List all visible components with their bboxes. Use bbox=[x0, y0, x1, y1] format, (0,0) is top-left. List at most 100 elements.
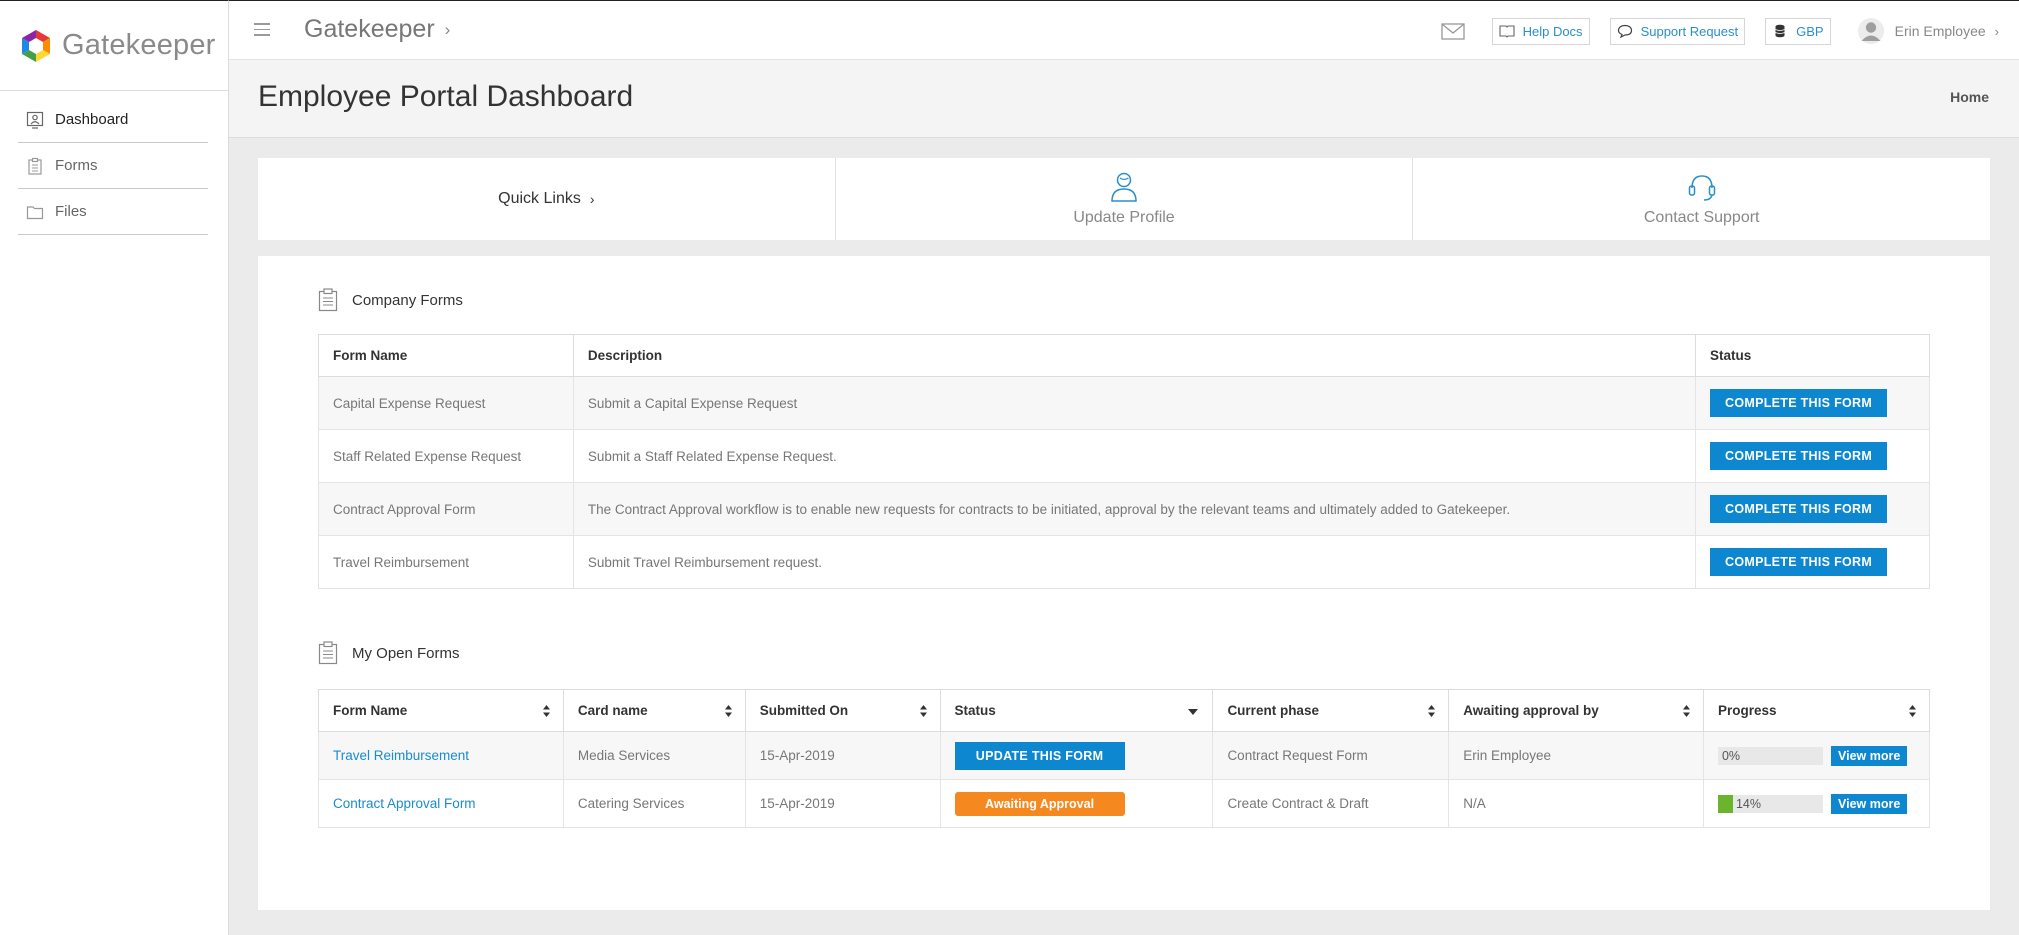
open-forms-table: Form Name Card name Submitted On Status … bbox=[318, 689, 1931, 828]
clipboard-icon bbox=[318, 288, 338, 312]
submitted-date: 15-Apr-2019 bbox=[744, 731, 941, 780]
form-name: Staff Related Expense Request bbox=[318, 429, 574, 483]
sidebar-item-dashboard[interactable]: Dashboard bbox=[18, 97, 208, 143]
column-header-submitted-on[interactable]: Submitted On bbox=[744, 689, 941, 732]
update-profile-label: Update Profile bbox=[1073, 209, 1175, 226]
speech-bubble-icon bbox=[1617, 24, 1632, 38]
quick-links-label: Quick Links bbox=[498, 190, 581, 207]
app-breadcrumb[interactable]: Gatekeeper › bbox=[304, 15, 450, 44]
form-name: Travel Reimbursement bbox=[318, 535, 574, 589]
headset-icon bbox=[1688, 175, 1715, 201]
sort-icon bbox=[1909, 705, 1916, 717]
chevron-right-icon: › bbox=[444, 19, 451, 39]
clipboard-icon bbox=[28, 157, 42, 175]
sort-icon bbox=[1682, 705, 1690, 717]
column-header-card-name[interactable]: Card name bbox=[562, 689, 746, 732]
column-header: Description bbox=[572, 334, 1697, 377]
avatar bbox=[1857, 18, 1884, 44]
user-name: Erin Employee bbox=[1894, 23, 1986, 39]
update-form-button[interactable]: UPDATE THIS FORM bbox=[954, 741, 1125, 770]
form-name-cell: Travel Reimbursement bbox=[318, 731, 564, 780]
breadcrumb-home-link[interactable]: Home bbox=[1950, 89, 1989, 105]
sidebar-item-label: Forms bbox=[55, 157, 98, 174]
column-label: Card name bbox=[577, 703, 648, 718]
awaiting-approval-by: Erin Employee bbox=[1448, 731, 1704, 780]
user-menu[interactable]: Erin Employee › bbox=[1857, 17, 1999, 45]
sort-icon bbox=[919, 705, 927, 717]
complete-form-button[interactable]: COMPLETE THIS FORM bbox=[1710, 389, 1888, 417]
complete-form-button[interactable]: COMPLETE THIS FORM bbox=[1710, 442, 1888, 470]
progress-fill bbox=[1717, 794, 1733, 813]
complete-form-button[interactable]: COMPLETE THIS FORM bbox=[1710, 548, 1888, 576]
open-forms-title: My Open Forms bbox=[352, 644, 460, 662]
column-header-status[interactable]: Status bbox=[939, 689, 1214, 732]
book-icon bbox=[1499, 25, 1515, 38]
menu-toggle-icon[interactable] bbox=[254, 23, 270, 36]
status-cell: COMPLETE THIS FORM bbox=[1695, 482, 1930, 536]
column-label: Progress bbox=[1717, 703, 1777, 718]
clipboard-icon bbox=[318, 641, 338, 665]
column-header: Status bbox=[1695, 334, 1930, 377]
sidebar: Gatekeeper Dashboard Forms Files bbox=[0, 0, 229, 935]
sort-icon bbox=[542, 705, 550, 717]
table-row: Travel Reimbursement Media Services 15-A… bbox=[318, 731, 1931, 780]
top-actions: Help Docs Support Request GBP Erin Emplo… bbox=[1440, 17, 1999, 45]
status-cell: Awaiting Approval bbox=[939, 779, 1214, 828]
update-profile-link[interactable]: Update Profile bbox=[836, 158, 1414, 240]
help-docs-button[interactable]: Help Docs bbox=[1491, 17, 1590, 45]
current-phase: Create Contract & Draft bbox=[1212, 779, 1450, 828]
card-name: Media Services bbox=[562, 731, 746, 780]
complete-form-button[interactable]: COMPLETE THIS FORM bbox=[1710, 495, 1888, 523]
contact-support-label: Contact Support bbox=[1643, 209, 1760, 226]
main-panel: Company Forms Form Name Description Stat… bbox=[258, 256, 1990, 910]
progress-bar: 14% bbox=[1717, 794, 1823, 813]
app-title: Gatekeeper bbox=[304, 15, 435, 43]
sort-icon bbox=[724, 705, 732, 717]
column-label: Submitted On bbox=[759, 703, 849, 718]
gatekeeper-logo-icon bbox=[22, 29, 50, 62]
column-header-current-phase[interactable]: Current phase bbox=[1212, 689, 1450, 732]
awaiting-approval-badge: Awaiting Approval bbox=[954, 791, 1125, 816]
submitted-date: 15-Apr-2019 bbox=[744, 779, 941, 828]
sidebar-nav: Dashboard Forms Files bbox=[0, 91, 228, 235]
progress-value: 14% bbox=[1735, 796, 1762, 811]
table-row: Contract Approval Form Catering Services… bbox=[318, 779, 1931, 828]
view-more-button[interactable]: View more bbox=[1830, 793, 1908, 814]
sidebar-item-label: Files bbox=[55, 203, 87, 220]
quick-links-bar: Quick Links › Update Profile Contact Sup… bbox=[258, 158, 1990, 240]
column-header-awaiting-approval[interactable]: Awaiting approval by bbox=[1448, 689, 1704, 732]
status-cell: COMPLETE THIS FORM bbox=[1695, 535, 1930, 589]
support-request-button[interactable]: Support Request bbox=[1609, 17, 1746, 45]
progress-cell: 0% View more bbox=[1702, 731, 1931, 780]
company-forms-table: Form Name Description Status Capital Exp… bbox=[318, 334, 1930, 589]
column-label: Awaiting approval by bbox=[1463, 703, 1599, 718]
column-header-form-name[interactable]: Form Name bbox=[318, 689, 564, 732]
table-row: Staff Related Expense Request Submit a S… bbox=[318, 429, 1930, 483]
form-name-link[interactable]: Contract Approval Form bbox=[333, 796, 476, 811]
column-header-progress[interactable]: Progress bbox=[1702, 689, 1931, 732]
view-more-button[interactable]: View more bbox=[1830, 745, 1908, 766]
currency-button[interactable]: GBP bbox=[1765, 17, 1831, 45]
coins-icon bbox=[1775, 24, 1785, 38]
awaiting-approval-by: N/A bbox=[1448, 779, 1704, 828]
status-cell: COMPLETE THIS FORM bbox=[1695, 376, 1930, 430]
form-name-cell: Contract Approval Form bbox=[318, 779, 564, 828]
progress-bar: 0% bbox=[1717, 746, 1823, 765]
logo[interactable]: Gatekeeper bbox=[0, 1, 228, 91]
sidebar-item-forms[interactable]: Forms bbox=[18, 143, 208, 189]
quick-links-toggle[interactable]: Quick Links › bbox=[258, 158, 836, 240]
chevron-right-icon: › bbox=[589, 191, 595, 207]
page-header: Employee Portal Dashboard Home bbox=[229, 60, 2019, 138]
card-name: Catering Services bbox=[562, 779, 746, 828]
column-label: Status bbox=[954, 703, 996, 718]
form-name: Contract Approval Form bbox=[318, 482, 574, 536]
page-title: Employee Portal Dashboard bbox=[258, 80, 634, 113]
contact-support-link[interactable]: Contact Support bbox=[1413, 158, 1990, 240]
mail-icon[interactable] bbox=[1440, 22, 1465, 40]
form-description: Submit a Staff Related Expense Request. bbox=[572, 429, 1697, 483]
form-name-link[interactable]: Travel Reimbursement bbox=[333, 748, 469, 763]
sidebar-item-files[interactable]: Files bbox=[18, 189, 208, 235]
currency-label: GBP bbox=[1796, 23, 1824, 39]
status-cell: COMPLETE THIS FORM bbox=[1695, 429, 1930, 483]
help-docs-label: Help Docs bbox=[1522, 23, 1583, 39]
